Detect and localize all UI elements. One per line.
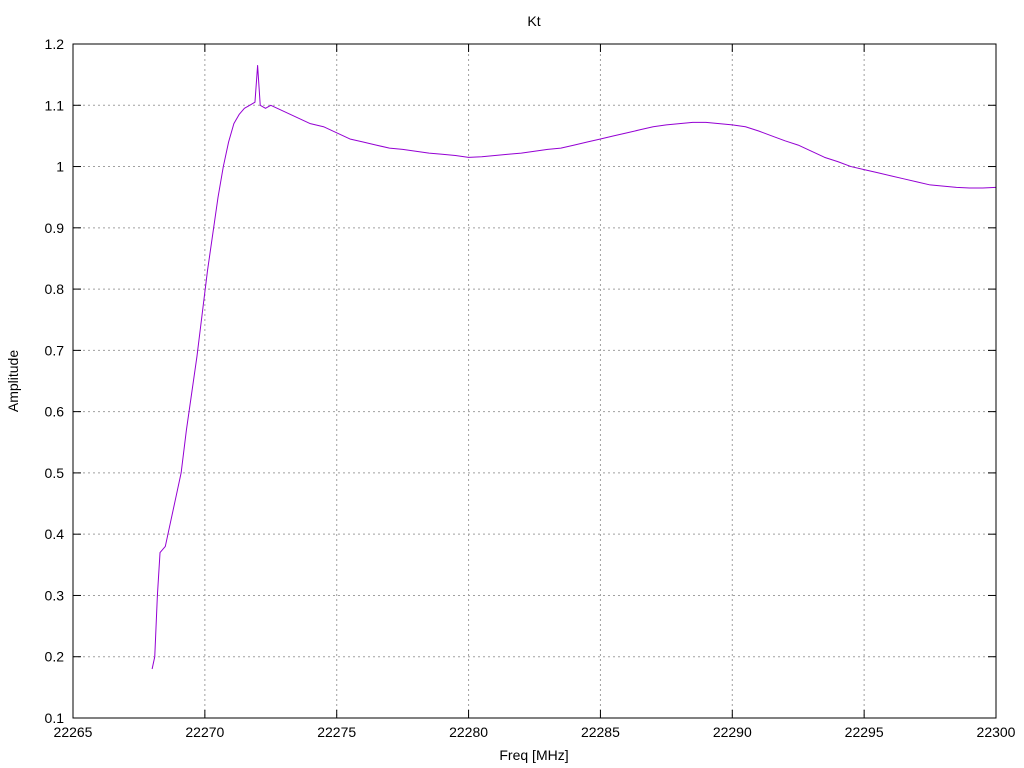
x-tick-label: 22275 [317,724,356,740]
x-tick-label: 22295 [845,724,884,740]
y-tick-label: 0.5 [45,465,65,481]
y-tick-labels: 0.1 0.2 0.3 0.4 0.5 0.6 0.7 0.8 0.9 1 1.1 1.2 [45,36,65,726]
x-axis-title: Freq [MHz] [499,747,568,763]
y-tick-label: 0.7 [45,342,65,358]
y-tick-label: 0.3 [45,587,65,603]
y-tick-label: 0.6 [45,404,65,420]
y-tick-label: 0.8 [45,281,65,297]
series-line-0 [151,64,997,670]
chart-title: Kt [527,13,540,29]
y-tick-label: 0.9 [45,220,65,236]
line-chart: 22265 22270 22275 22280 22285 22290 22295 22300… [5,13,1016,763]
x-tick-label: 22290 [713,724,752,740]
y-tick-label: 1 [56,159,64,175]
y-tick-label: 0.4 [45,526,65,542]
x-tick-label: 22300 [977,724,1016,740]
y-tick-label: 0.2 [45,649,65,665]
x-tick-label: 22270 [185,724,224,740]
x-tick-labels: 22265 22270 22275 22280 22285 22290 22295 22300 [54,724,1016,740]
tick-marks [72,43,997,719]
series-layer [151,64,997,670]
chart: 22265 22270 22275 22280 22285 22290 22295 22300… [0,0,1024,768]
plot-frame [72,43,997,719]
y-tick-label: 1.1 [45,97,65,113]
x-tick-label: 22280 [449,724,488,740]
grid-lines [73,44,996,718]
y-tick-label: 0.1 [45,710,65,726]
x-tick-label: 22285 [581,724,620,740]
y-axis-title: Amplitude [5,350,21,412]
x-tick-label: 22265 [54,724,93,740]
y-tick-label: 1.2 [45,36,65,52]
